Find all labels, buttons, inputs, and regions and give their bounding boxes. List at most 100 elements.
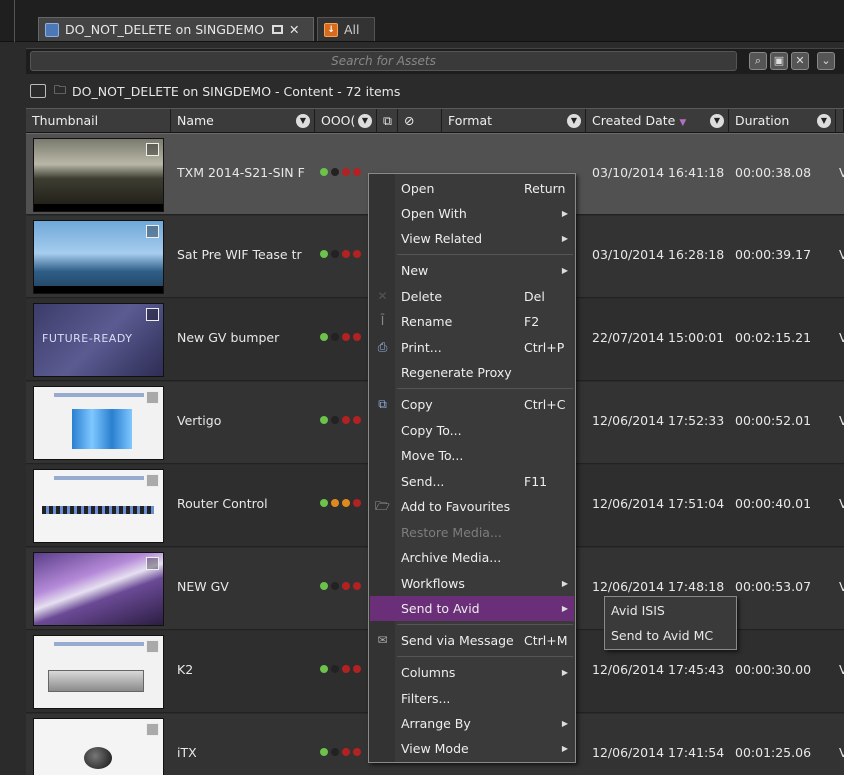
menu-shortcut: Ctrl+P xyxy=(524,340,565,355)
menu-item-view-related[interactable]: View Related ▶ xyxy=(370,226,574,251)
column-more[interactable]: F xyxy=(836,109,844,133)
menu-shortcut: Ctrl+C xyxy=(524,397,566,412)
status-dots xyxy=(320,250,361,258)
tab-label: All xyxy=(344,22,360,37)
view-toggle-icon[interactable] xyxy=(30,84,46,98)
save-search-icon[interactable]: ▣ xyxy=(770,52,788,70)
asset-thumbnail[interactable] xyxy=(33,220,164,294)
float-window-icon[interactable] xyxy=(272,25,284,34)
menu-label: Restore Media... xyxy=(401,525,502,540)
menu-label: Copy To... xyxy=(401,423,462,438)
created-date: 12/06/2014 17:51:04 xyxy=(592,496,725,511)
menu-item-add-to-favourites[interactable]: 🗁 Add to Favourites xyxy=(370,494,574,519)
submenu-arrow-icon: ▶ xyxy=(561,668,568,677)
extra-cell: V xyxy=(839,165,844,180)
menu-label: Delete xyxy=(401,289,443,304)
status-dot xyxy=(320,416,328,424)
column-status[interactable]: OOO(▼ xyxy=(315,109,377,133)
asset-thumbnail[interactable]: FUTURE-READY xyxy=(33,303,164,377)
column-name[interactable]: Name ▼ xyxy=(171,109,315,133)
column-flag[interactable]: ⊘ xyxy=(398,109,442,133)
menu-item-move-to[interactable]: Move To... xyxy=(370,443,574,468)
column-thumbnail[interactable]: Thumbnail xyxy=(26,109,171,133)
filter-icon[interactable]: ▼ xyxy=(358,114,372,128)
asset-thumbnail[interactable] xyxy=(33,718,164,775)
column-format[interactable]: Format ▼ xyxy=(442,109,586,133)
divider xyxy=(14,0,15,42)
clip-icon xyxy=(146,391,159,404)
asset-thumbnail[interactable] xyxy=(33,469,164,543)
menu-item-view-mode[interactable]: View Mode ▶ xyxy=(370,736,574,761)
column-type[interactable]: ⧉ xyxy=(377,109,398,133)
menu-item-regenerate-proxy[interactable]: Regenerate Proxy xyxy=(370,360,574,385)
menu-item-columns[interactable]: Columns ▶ xyxy=(370,660,574,685)
breadcrumb-path[interactable]: DO_NOT_DELETE on SINGDEMO xyxy=(72,84,271,99)
filter-icon[interactable]: ▼ xyxy=(567,114,581,128)
column-label: Duration xyxy=(735,113,790,128)
expand-search-icon[interactable]: ⌄ xyxy=(817,52,835,70)
extra-cell: V xyxy=(839,413,844,428)
menu-shortcut: Return xyxy=(524,181,566,196)
menu-item-archive-media[interactable]: Archive Media... xyxy=(370,545,574,570)
created-date: 12/06/2014 17:52:33 xyxy=(592,413,725,428)
asset-thumbnail[interactable] xyxy=(33,138,164,212)
status-dot xyxy=(342,665,350,673)
asset-thumbnail[interactable] xyxy=(33,386,164,460)
asset-thumbnail[interactable] xyxy=(33,552,164,626)
menu-item-workflows[interactable]: Workflows ▶ xyxy=(370,571,574,596)
menu-item-send[interactable]: Send... F11 xyxy=(370,469,574,494)
status-dots xyxy=(320,333,361,341)
menu-item-copy-to[interactable]: Copy To... xyxy=(370,418,574,443)
menu-item-arrange-by[interactable]: Arrange By ▶ xyxy=(370,711,574,736)
filter-icon[interactable]: ▼ xyxy=(710,114,724,128)
duration: 00:00:52.01 xyxy=(735,413,812,428)
menu-label: Archive Media... xyxy=(401,550,502,565)
menu-item-new[interactable]: New ▶ xyxy=(370,258,574,283)
menu-item-filters[interactable]: Filters... xyxy=(370,686,574,711)
status-dot xyxy=(342,582,350,590)
menu-label: Send to Avid xyxy=(401,601,480,616)
tab-label: DO_NOT_DELETE on SINGDEMO xyxy=(65,22,265,37)
filter-icon[interactable]: ▼ xyxy=(296,114,310,128)
search-input[interactable]: Search for Assets xyxy=(30,51,737,71)
menu-item-rename[interactable]: Ī Rename F2 xyxy=(370,309,574,334)
menu-item-open-with[interactable]: Open With ▶ xyxy=(370,201,574,226)
submenu-arrow-icon: ▶ xyxy=(561,234,568,243)
status-dot xyxy=(353,333,361,341)
menu-item-open[interactable]: Open Return xyxy=(370,176,574,201)
menu-separator xyxy=(397,624,573,625)
context-menu: Open Return Open With ▶ View Related ▶ New ▶… xyxy=(368,173,576,763)
status-dot xyxy=(320,499,328,507)
menu-item-delete[interactable]: ✕ Delete Del xyxy=(370,284,574,309)
status-dot xyxy=(320,582,328,590)
status-dots xyxy=(320,665,361,673)
asset-thumbnail[interactable] xyxy=(33,635,164,709)
menu-item-send-via-message[interactable]: ✉ Send via Message Ctrl+M xyxy=(370,628,574,653)
menu-item-send-to-avid[interactable]: Send to Avid ▶ xyxy=(370,596,574,621)
extra-cell: V xyxy=(839,662,844,677)
close-tab-button[interactable]: ✕ xyxy=(289,22,299,37)
duration: 00:01:25.06 xyxy=(735,745,812,760)
submenu-item-send-to-avid-mc[interactable]: Send to Avid MC xyxy=(611,623,713,648)
menu-item-print[interactable]: ⎙ Print... Ctrl+P xyxy=(370,335,574,360)
menu-item-copy[interactable]: ⧉ Copy Ctrl+C xyxy=(370,392,574,417)
clear-search-icon[interactable]: ✕ xyxy=(791,52,809,70)
status-dot xyxy=(331,333,339,341)
tab-all[interactable]: ↓ All xyxy=(317,17,375,41)
submenu-item-avid-isis[interactable]: Avid ISIS xyxy=(611,598,665,623)
status-dot xyxy=(353,499,361,507)
filter-icon[interactable]: ▼ xyxy=(817,114,831,128)
menu-label: Workflows xyxy=(401,576,465,591)
column-duration[interactable]: Duration ▼ xyxy=(729,109,836,133)
column-label: Thumbnail xyxy=(32,113,99,128)
tab-do-not-delete[interactable]: DO_NOT_DELETE on SINGDEMO ✕ xyxy=(38,17,314,41)
column-header-row: Thumbnail Name ▼ OOO(▼ ⧉ ⊘ Format ▼ Create… xyxy=(26,108,844,133)
clip-icon xyxy=(146,474,159,487)
favourite-folder-icon: 🗁 xyxy=(375,499,390,513)
rename-icon: Ī xyxy=(380,314,385,328)
menu-label: New xyxy=(401,263,429,278)
status-dot xyxy=(353,582,361,590)
column-created-date[interactable]: Created Date ▼ ▼ xyxy=(586,109,729,133)
clip-icon xyxy=(146,723,159,736)
search-icon[interactable]: ⌕ xyxy=(749,52,767,70)
